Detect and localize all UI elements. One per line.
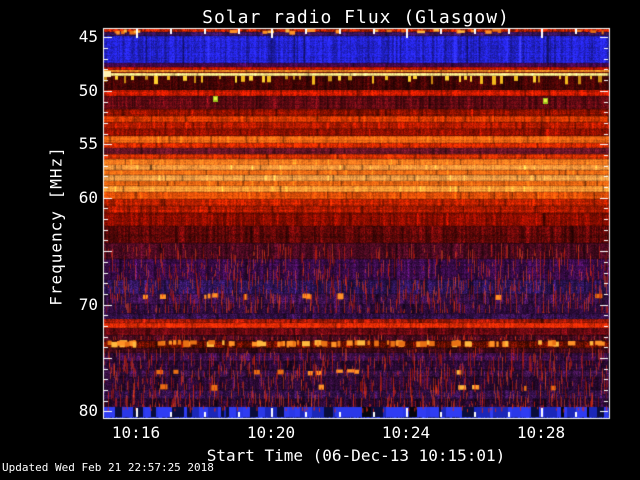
y-tick-label: 55 [78,134,98,153]
chart-title: Solar radio Flux (Glasgow) [202,7,510,28]
x-tick-label: 10:16 [111,423,161,442]
y-axis-title: Frequency [MHz] [46,146,66,306]
y-tick-label: 70 [78,295,98,314]
x-tick-label: 10:24 [381,423,431,442]
y-tick-label: 80 [78,401,98,420]
x-tick-label: 10:28 [516,423,566,442]
y-tick-label: 45 [78,27,98,46]
y-tick-label: 60 [78,188,98,207]
x-axis-title: Start Time (06-Dec-13 10:15:01) [206,446,506,465]
x-tick-label: 10:20 [246,423,296,442]
spectrogram-figure: Solar radio Flux (Glasgow) Frequency [MH… [0,0,640,480]
y-tick-label: 50 [78,81,98,100]
updated-timestamp: Updated Wed Feb 21 22:57:25 2018 [2,461,214,474]
